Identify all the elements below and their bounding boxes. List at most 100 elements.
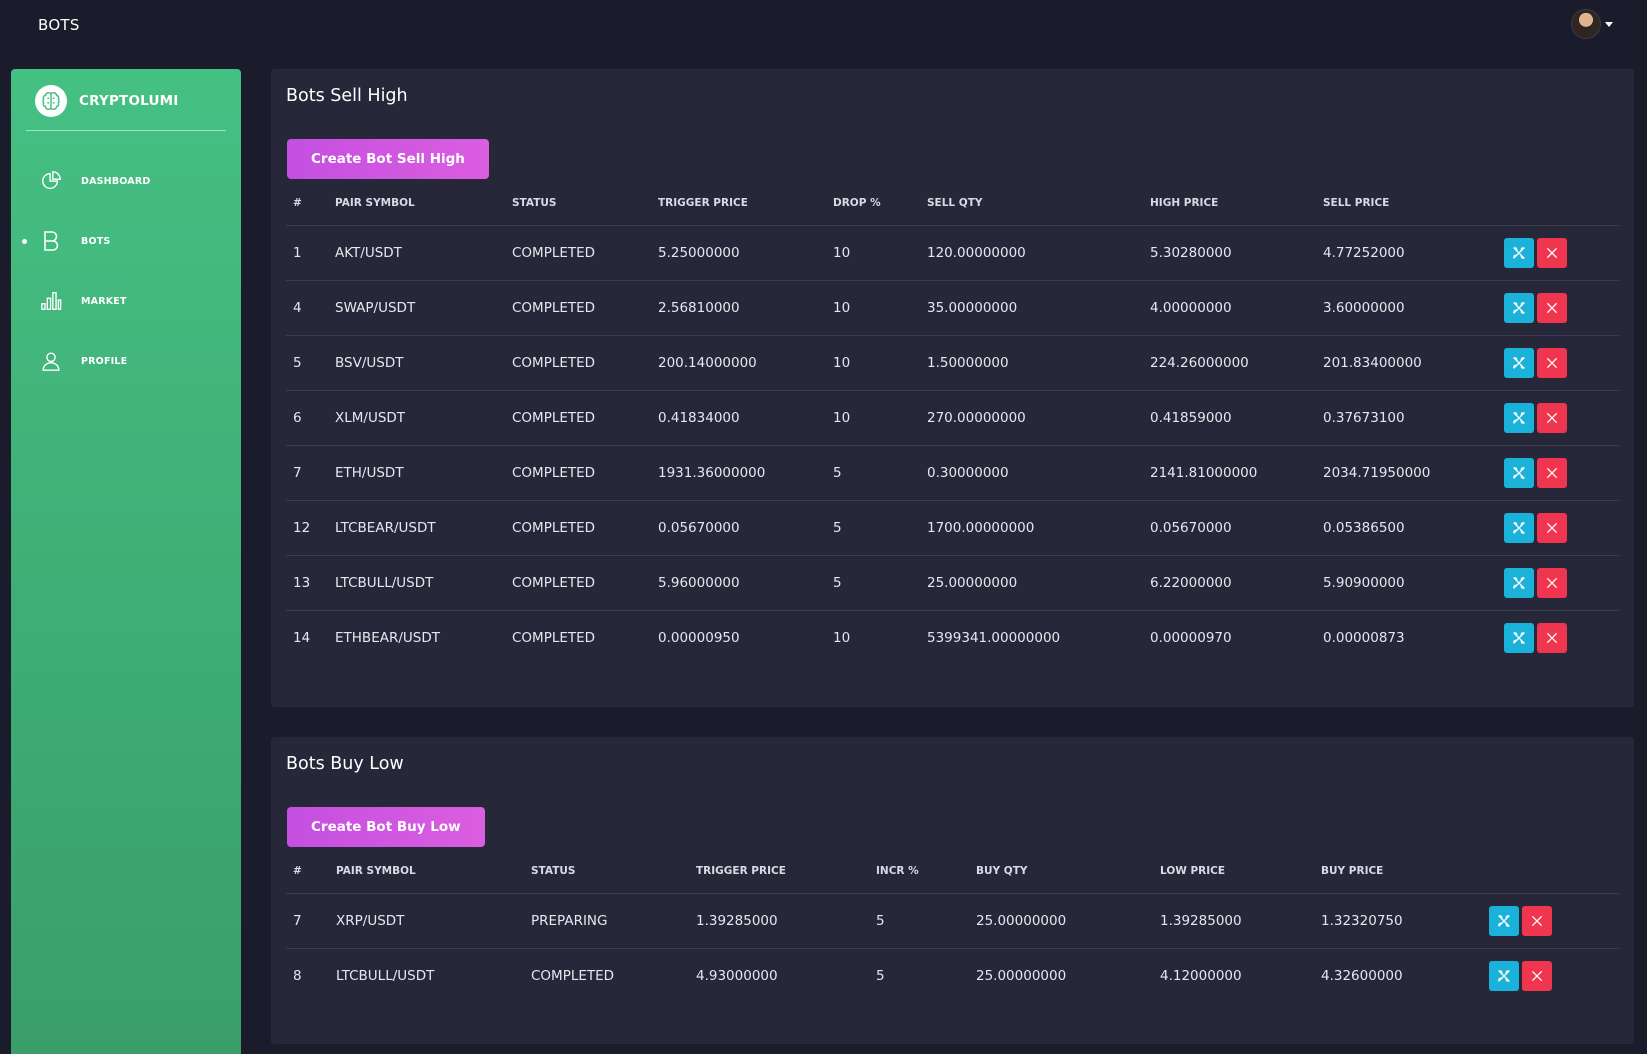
column-header-actions (1497, 181, 1619, 226)
sidebar-item-label: DASHBOARD (81, 175, 151, 187)
edit-button[interactable] (1504, 457, 1534, 488)
actions-cell (1497, 500, 1619, 556)
user-menu[interactable] (1571, 9, 1613, 39)
tools-icon (1513, 631, 1525, 644)
reference-price-cell: 1.39285000 (1153, 893, 1314, 949)
buy-low-table: # PAIR SYMBOL STATUS TRIGGER PRICE INCR … (286, 849, 1619, 1003)
delete-button[interactable] (1537, 567, 1567, 598)
quantity-cell: 1.50000000 (920, 335, 1143, 391)
trigger-price-cell: 1.39285000 (689, 893, 869, 949)
percent-cell: 10 (826, 390, 920, 446)
table-row: 7 ETH/USDT COMPLETED 1931.36000000 5 0.300000… (286, 445, 1619, 501)
create-bot-sell-high-button[interactable]: Create Bot Sell High (287, 139, 489, 179)
top-bar: BOTS (0, 0, 1647, 52)
close-icon (1546, 247, 1558, 258)
quantity-cell: 25.00000000 (969, 893, 1153, 949)
pie-chart-icon (39, 169, 63, 193)
delete-button[interactable] (1522, 905, 1552, 936)
edit-button[interactable] (1489, 960, 1519, 991)
target-price-cell: 5.90900000 (1316, 555, 1497, 611)
pair-symbol-cell: LTCBULL/USDT (328, 555, 505, 611)
delete-button[interactable] (1537, 347, 1567, 378)
delete-button[interactable] (1537, 237, 1567, 268)
table-row: 5 BSV/USDT COMPLETED 200.14000000 10 1.500000… (286, 335, 1619, 391)
tools-icon (1513, 411, 1525, 424)
pair-symbol-cell: BSV/USDT (328, 335, 505, 391)
delete-button[interactable] (1537, 622, 1567, 653)
column-header: DROP % (826, 181, 920, 226)
percent-cell: 10 (826, 280, 920, 336)
pair-symbol-cell: AKT/USDT (328, 225, 505, 281)
delete-button[interactable] (1537, 457, 1567, 488)
pair-symbol-cell: ETHBEAR/USDT (335, 629, 440, 646)
row-actions (1504, 567, 1619, 598)
delete-button[interactable] (1522, 960, 1552, 991)
sidebar-item-label: MARKET (81, 295, 127, 307)
actions-cell (1497, 555, 1619, 611)
row-actions (1489, 960, 1619, 991)
sidebar-item-dashboard[interactable]: DASHBOARD (11, 151, 241, 211)
sidebar: CRYPTOLUMI DASHBOARD BOTS MARKET PROFILE (11, 69, 241, 1054)
sidebar-item-market[interactable]: MARKET (11, 271, 241, 331)
table-row: 12 LTCBEAR/USDT COMPLETED 0.05670000 5 1700.0… (286, 500, 1619, 556)
close-icon (1546, 632, 1558, 643)
section-title: Bots Buy Low (286, 754, 404, 774)
sidebar-item-profile[interactable]: PROFILE (11, 331, 241, 391)
close-icon (1546, 357, 1558, 368)
quantity-cell: 0.30000000 (920, 445, 1143, 501)
edit-button[interactable] (1504, 622, 1534, 653)
actions-cell (1497, 610, 1619, 665)
percent-cell: 5 (876, 967, 885, 984)
quantity-cell: 270.00000000 (920, 390, 1143, 446)
tools-icon (1513, 466, 1525, 479)
edit-button[interactable] (1489, 905, 1519, 936)
reference-price-cell: 4.00000000 (1143, 280, 1316, 336)
delete-button[interactable] (1537, 292, 1567, 323)
column-header: PAIR SYMBOL (329, 849, 524, 894)
status-cell: PREPARING (524, 893, 689, 949)
close-icon (1546, 467, 1558, 478)
delete-button[interactable] (1537, 402, 1567, 433)
status-cell: COMPLETED (505, 280, 651, 336)
pair-symbol-cell: XRP/USDT (329, 893, 524, 949)
create-bot-buy-low-button[interactable]: Create Bot Buy Low (287, 807, 485, 847)
close-icon (1546, 302, 1558, 313)
status-cell: COMPLETED (512, 629, 596, 646)
edit-button[interactable] (1504, 237, 1534, 268)
tools-icon (1513, 521, 1525, 534)
edit-button[interactable] (1504, 347, 1534, 378)
target-price-cell: 0.00000873 (1323, 629, 1405, 646)
caret-down-icon[interactable] (1605, 21, 1613, 27)
table-row: 8 LTCBULL/USDT COMPLETED 4.93000000 5 25.0000… (286, 948, 1619, 1003)
close-icon (1546, 577, 1558, 588)
column-header: STATUS (505, 181, 651, 226)
delete-button[interactable] (1537, 512, 1567, 543)
status-cell: COMPLETED (531, 967, 615, 984)
edit-button[interactable] (1504, 402, 1534, 433)
avatar[interactable] (1571, 9, 1601, 39)
section-title: Bots Sell High (286, 86, 408, 106)
edit-button[interactable] (1504, 567, 1534, 598)
buy-low-card: Bots Buy Low Create Bot Buy Low # PAIR S… (271, 737, 1634, 1044)
percent-cell: 5 (826, 445, 920, 501)
quantity-cell: 25.00000000 (920, 555, 1143, 611)
target-price-cell: 201.83400000 (1316, 335, 1497, 391)
target-price-cell: 0.37673100 (1316, 390, 1497, 446)
table-row: 14 ETHBEAR/USDT COMPLETED 0.00000950 10 53993… (286, 610, 1619, 665)
close-icon (1531, 970, 1543, 981)
target-price-cell: 1.32320750 (1314, 893, 1482, 949)
row-id-cell: 1 (286, 225, 328, 281)
edit-button[interactable] (1504, 292, 1534, 323)
buy-low-table-body: 7 XRP/USDT PREPARING 1.39285000 5 25.00000000… (286, 893, 1619, 1003)
edit-button[interactable] (1504, 512, 1534, 543)
sidebar-nav: DASHBOARD BOTS MARKET PROFILE (11, 151, 241, 391)
brand-name: CRYPTOLUMI (79, 93, 179, 109)
actions-cell (1497, 225, 1619, 281)
table-row: 4 SWAP/USDT COMPLETED 2.56810000 10 35.000000… (286, 280, 1619, 336)
percent-cell: 10 (833, 629, 851, 646)
row-actions (1504, 292, 1619, 323)
brand[interactable]: CRYPTOLUMI (35, 85, 178, 117)
tools-icon (1513, 301, 1525, 314)
column-header: INCR % (869, 849, 969, 894)
sidebar-item-bots[interactable]: BOTS (11, 211, 241, 271)
